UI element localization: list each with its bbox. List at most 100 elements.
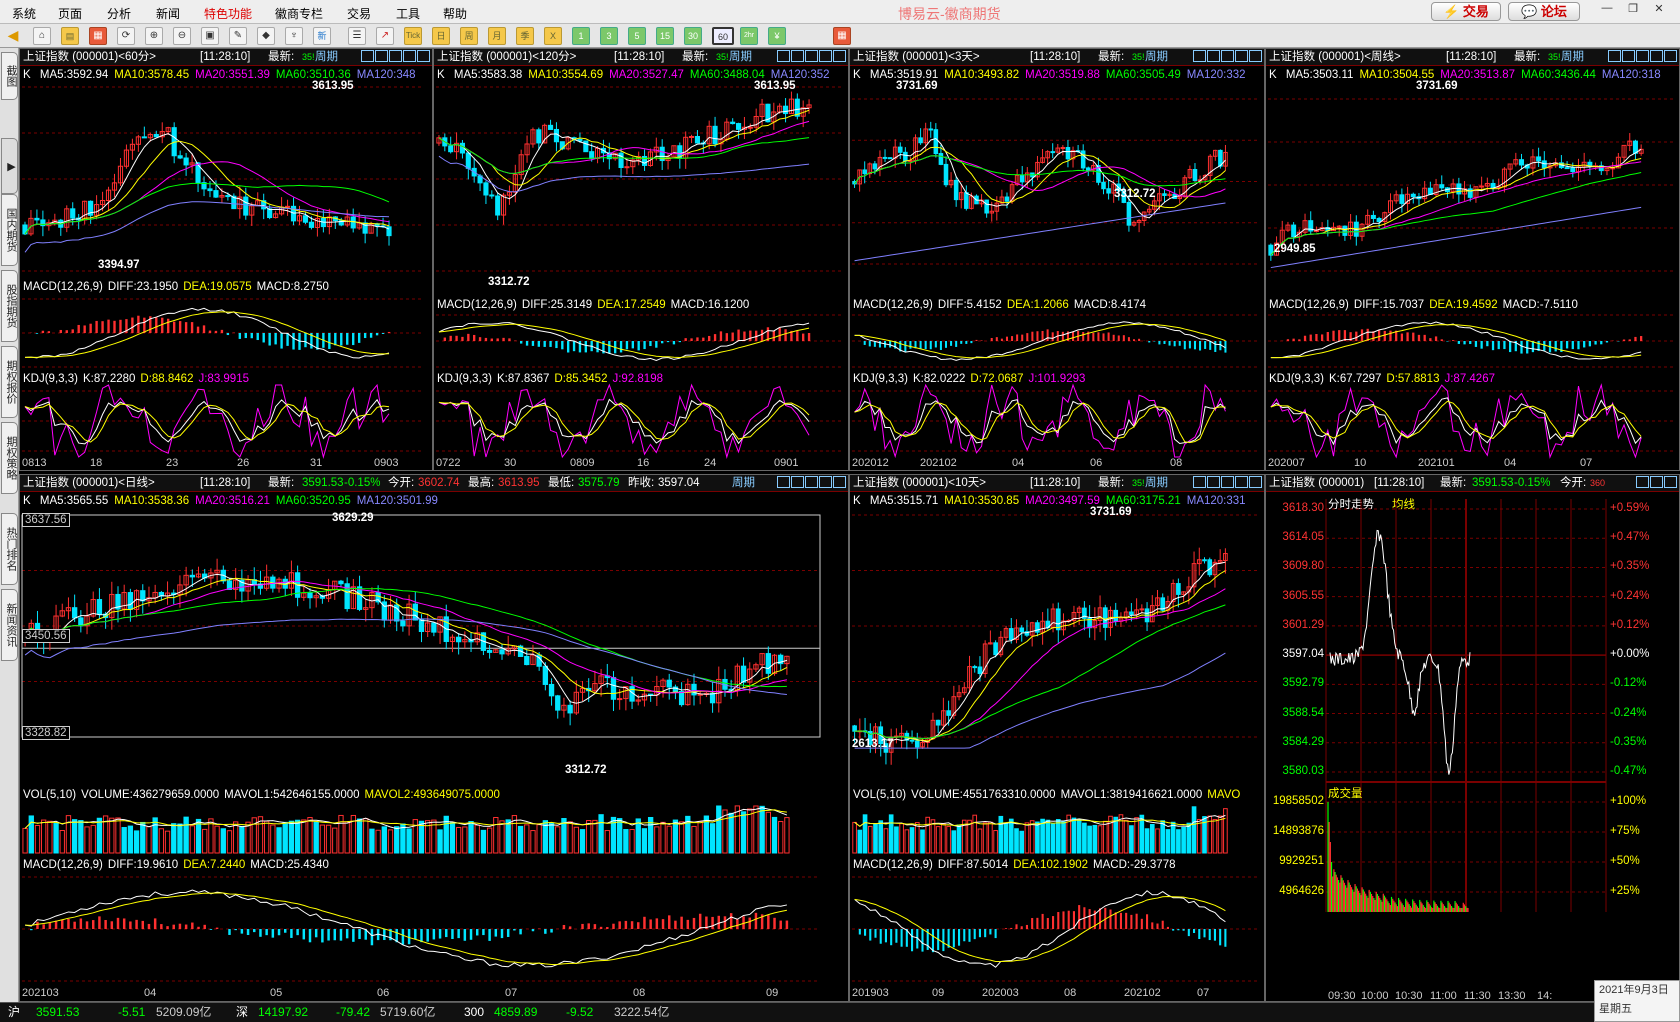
period-x-button[interactable]: X [544,27,562,45]
chart-panel-3day[interactable]: 上证指数 (000001)<3天> [11:28:10] 最新: 35! 周期 … [849,48,1265,471]
restore-icon[interactable]: ❐ [1622,2,1644,18]
x-tick: 24 [704,457,717,469]
trade-button[interactable]: ⚡ 交易 [1431,2,1501,21]
percent-tick: +0.24% [1610,589,1650,602]
x-tick: 0722 [436,457,461,469]
price-tick: 3614.05 [1282,531,1324,544]
menu-column[interactable]: 徽商专栏 [275,5,323,22]
period-5m-button[interactable]: 5 [628,27,646,45]
x-tick: 04 [144,987,157,999]
x-axis: 202007 10 202101 04 07 [1266,456,1679,470]
price-tick: 3588.54 [1282,706,1324,719]
chart-panel-weekly[interactable]: 上证指数 (000001)<周线> [11:28:10] 最新: 35! 周期 … [1265,48,1680,471]
x-tick: 16 [637,457,650,469]
date-text: 2021年9月3日 [1599,984,1669,996]
chart-panel-10day[interactable]: 上证指数 (000001)<10天> [11:28:10] 最新: 35! 周期… [849,474,1265,1002]
sh-amount: 5209.09亿 [156,1005,212,1019]
yen-icon[interactable]: ¥ [768,27,786,45]
chart-line-icon[interactable]: ↗ [376,27,394,45]
volume-percent-tick: +25% [1610,885,1640,897]
calculator-icon[interactable]: ▦ [833,27,851,45]
side-tab-expand[interactable]: ▶ [1,138,18,194]
layout-icon[interactable]: ▣ [201,27,219,45]
side-tab-options-quote[interactable]: 期权报价 [1,346,18,418]
menu-help[interactable]: 帮助 [443,5,467,22]
chart-panel-intraday[interactable]: 上证指数 (000001) [11:28:10] 最新: 3591.53 -0.… [1265,474,1680,1002]
zoom-in-icon[interactable]: ⊕ [145,27,163,45]
kdj-k-line [854,399,1226,445]
period-15m-button[interactable]: 15 [656,27,674,45]
x-tick: 04 [1504,457,1517,469]
x-tick: 09 [766,987,779,999]
new-icon[interactable]: 新 [313,27,331,45]
table-icon[interactable]: ☰ [348,27,366,45]
side-tab-news[interactable]: 新闻资讯 [1,589,18,661]
x-axis: 202012 202102 04 06 08 [850,456,1264,470]
x-axis: 0722 30 0809 16 24 0901 [434,456,848,470]
x-tick: 06 [1090,457,1103,469]
lightning-icon: ⚡ [1443,4,1460,19]
x-tick: 202102 [920,457,957,469]
tick-icon[interactable]: Tick [404,27,422,45]
period-60m-button[interactable]: 60 [712,27,734,45]
price-tick: 3592.79 [1282,677,1324,690]
weekday-text: 星期五 [1599,1003,1632,1015]
percent-tick: -0.35% [1610,735,1647,748]
close-icon[interactable]: ✕ [1648,2,1670,18]
volume-tick: 19858502 [1272,795,1324,807]
price-tick: 3609.80 [1282,560,1324,573]
chart-panel-60min[interactable]: 上证指数 (000001)<60分> [11:28:10] 最新: 35! 周期… [19,48,433,471]
x-tick: 07 [1197,987,1210,999]
book-icon[interactable]: ▤ [61,27,79,45]
macd-chart [22,876,820,982]
volume-percent-tick: +75% [1610,825,1640,837]
side-tab-futures[interactable]: 国内期货 [1,194,18,266]
period-month-button[interactable]: 月 [488,27,506,45]
kdj-d-line [854,402,1226,444]
price-tick: 3601.29 [1282,618,1324,631]
x-tick: 201903 [852,987,889,999]
side-tab-hot-rank[interactable]: 热门排名 [1,513,18,585]
chart-panel-daily[interactable]: 上证指数 (000001)<日线> [11:28:10] 最新: 3591.53… [19,474,849,1002]
zoom-out-icon[interactable]: ⊖ [173,27,191,45]
period-2hr-button[interactable]: 2hr [740,27,758,45]
x-tick: 06 [377,987,390,999]
pen-icon[interactable]: ✎ [229,27,247,45]
period-day-button[interactable]: 日 [432,27,450,45]
period-quarter-button[interactable]: 季 [516,27,534,45]
menu-news[interactable]: 新闻 [156,5,180,22]
side-tab-index-futures[interactable]: 股指期货 [1,270,18,342]
trophy-icon[interactable]: ♆ [285,27,303,45]
x-axis: 201903 09 202003 08 202102 07 [850,986,1264,1000]
period-1m-button[interactable]: 1 [572,27,590,45]
trade-button-label: 交易 [1462,4,1489,19]
side-tab-options-strategy[interactable]: 期权策略 [1,422,18,494]
volume-tick: 14893876 [1272,825,1324,837]
x-tick: 08 [633,987,646,999]
percent-tick: +0.59% [1610,502,1650,514]
minimize-icon[interactable]: — [1596,2,1618,18]
menu-system[interactable]: 系统 [12,5,36,22]
period-3m-button[interactable]: 3 [600,27,618,45]
menu-trade[interactable]: 交易 [347,5,371,22]
shape-icon[interactable]: ◆ [257,27,275,45]
period-week-button[interactable]: 周 [460,27,478,45]
refresh-icon[interactable]: ⟳ [117,27,135,45]
menu-analysis[interactable]: 分析 [107,5,131,22]
home-icon[interactable]: ⌂ [33,27,51,45]
sz-change: -79.42 [336,1005,371,1019]
chart-panel-120min[interactable]: 上证指数 (000001)<120分> [11:28:10] 最新: 35! 周… [433,48,849,471]
forum-button[interactable]: 💬 论坛 [1508,2,1580,21]
price-tick: 3618.30 [1282,502,1324,514]
back-arrow-icon[interactable]: ◀ [4,27,22,45]
period-30m-button[interactable]: 30 [684,27,702,45]
menu-special[interactable]: 特色功能 [204,5,252,22]
side-tab-screenshot[interactable]: 截图 [1,52,18,100]
menu-tools[interactable]: 工具 [396,5,420,22]
percent-tick: +0.12% [1610,618,1650,631]
app-title: 博易云-徽商期货 [898,6,1001,22]
news-icon[interactable]: ▦ [89,27,107,45]
volume-tick: 9929251 [1279,855,1324,867]
x-axis: 0813 18 23 26 31 0903 [20,456,432,470]
menu-page[interactable]: 页面 [58,5,82,22]
